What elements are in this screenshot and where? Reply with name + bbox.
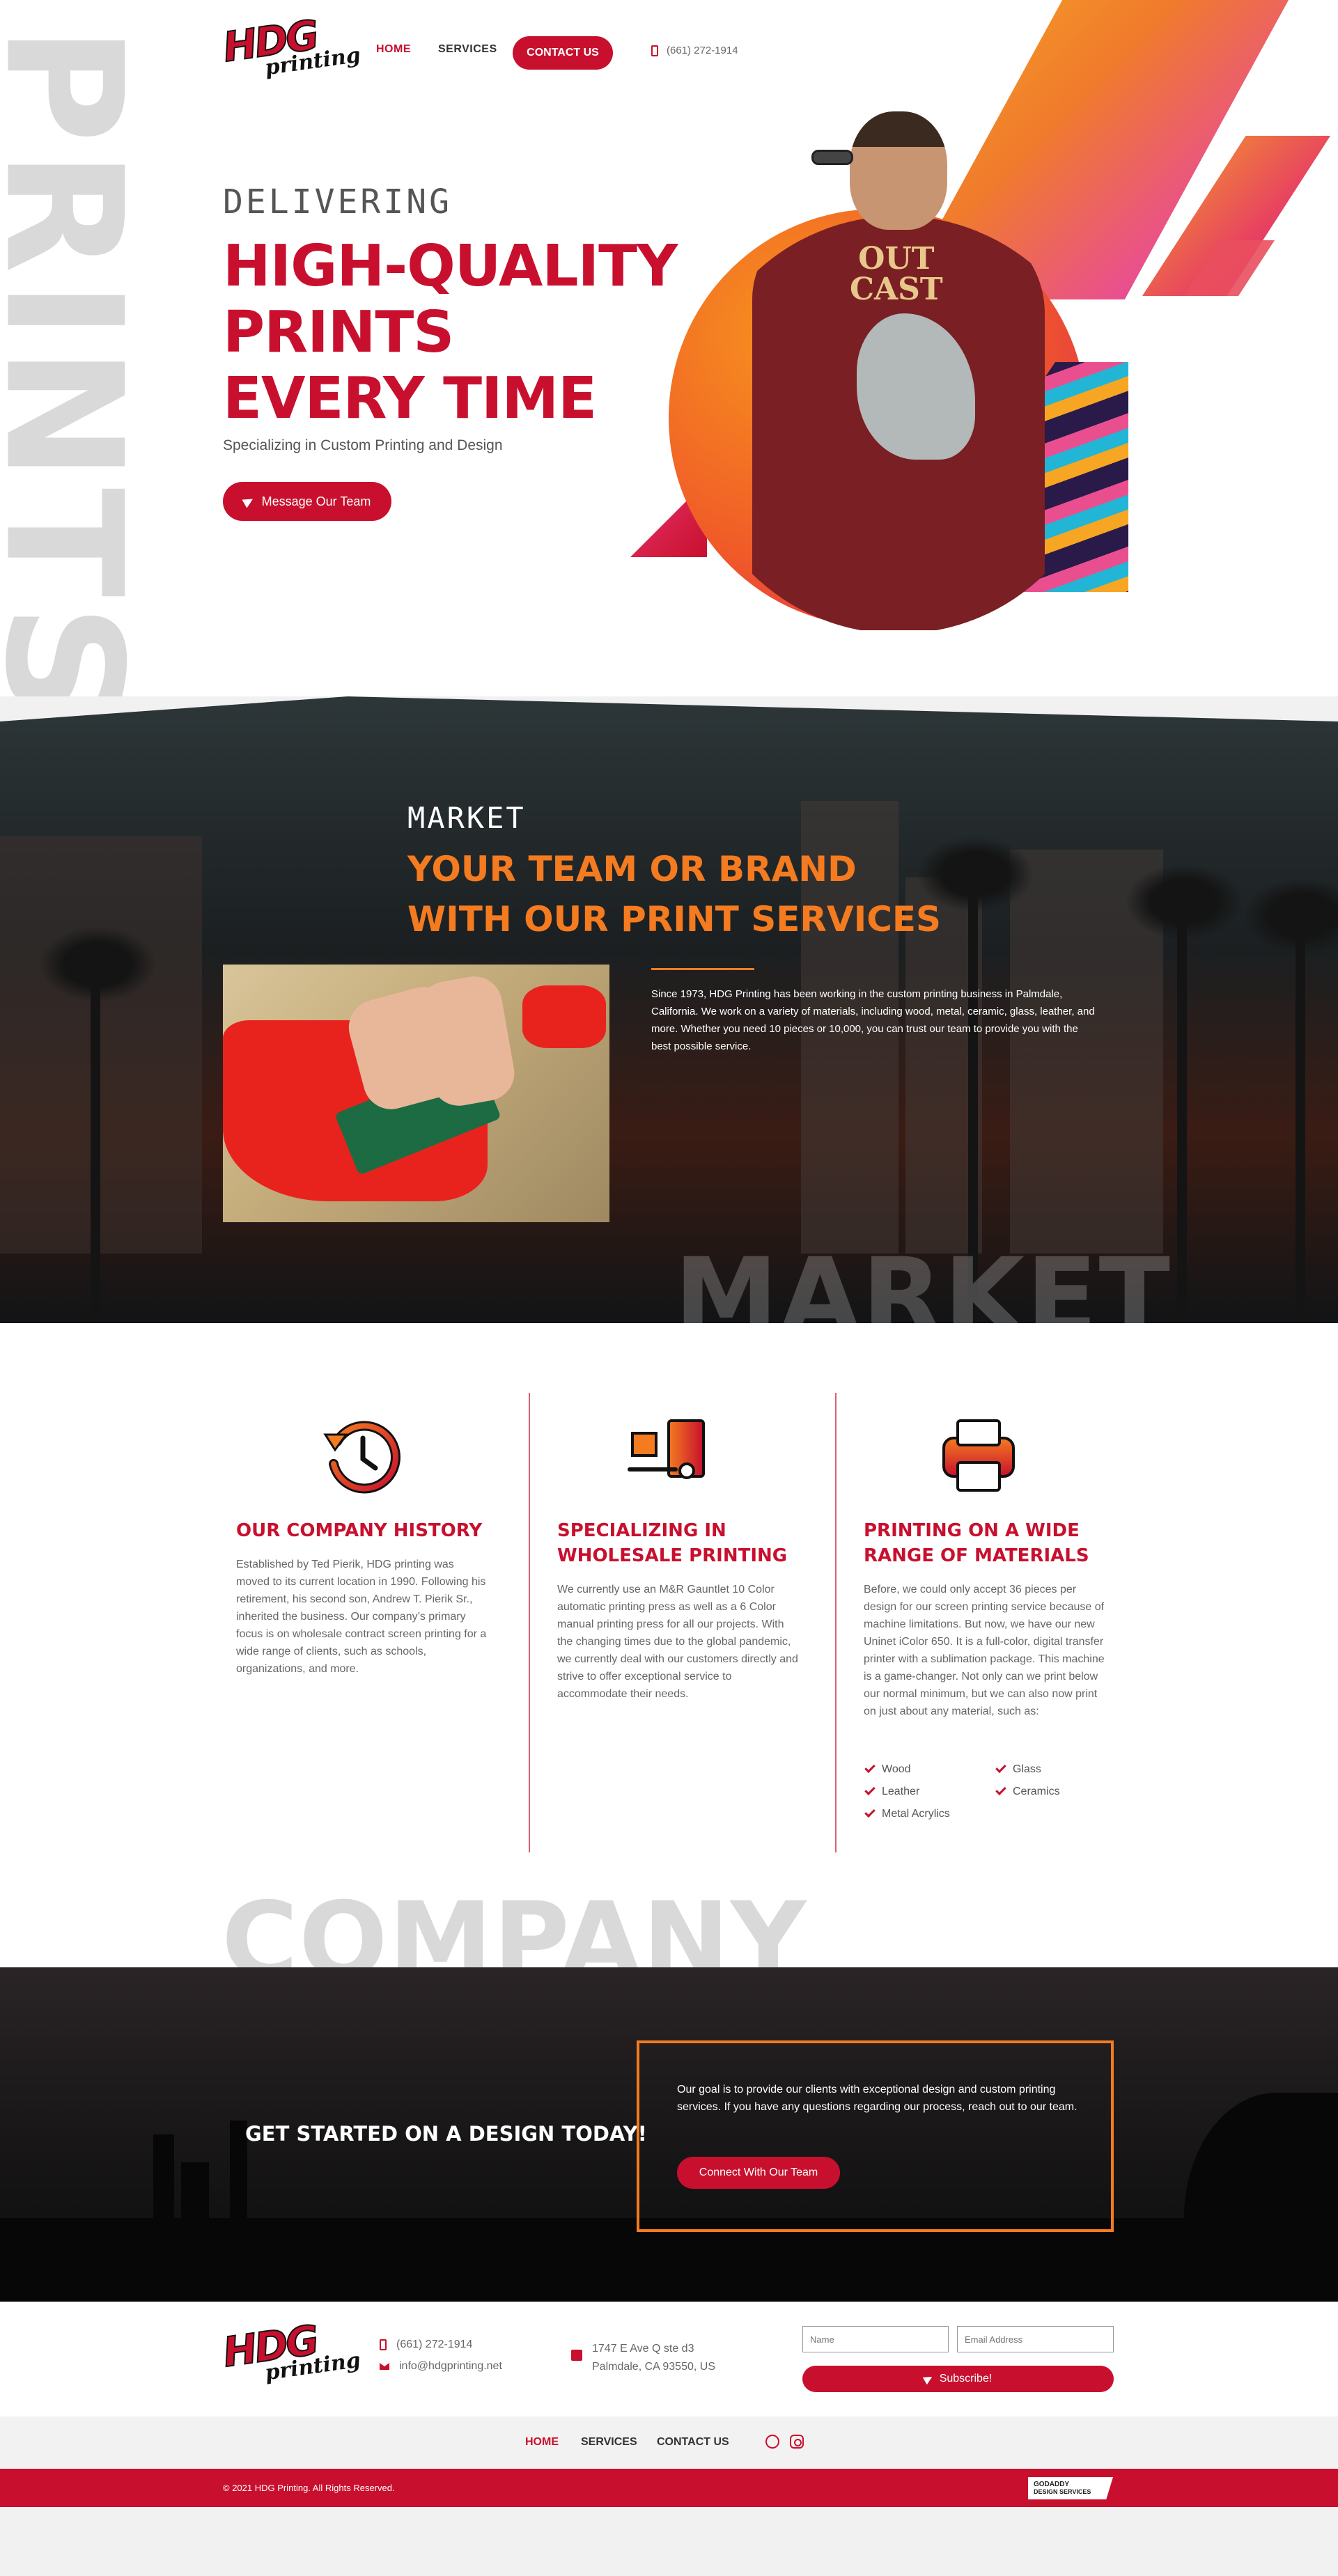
connect-with-our-team-button[interactable]: Connect With Our Team <box>677 2157 840 2189</box>
market-ghost-word: MARKET <box>674 1236 1172 1323</box>
model-head <box>850 111 947 230</box>
footer-phone[interactable]: (661) 272-1914 <box>380 2339 472 2351</box>
subscribe-button[interactable]: Subscribe! <box>802 2366 1114 2392</box>
hero-section: PRINTS OUT CAST HDG printing HOME SERVIC… <box>0 0 1338 696</box>
newsletter-name-input[interactable] <box>802 2326 949 2352</box>
market-section: MARKET YOUR TEAM OR BRAND WITH OUR PRINT… <box>0 696 1338 1323</box>
material-item: Glass <box>995 1762 1041 1776</box>
feature-body: We currently use an M&R Gauntlet 10 Colo… <box>557 1584 798 1700</box>
copyright-text: © 2021 HDG Printing. All Rights Reserved… <box>223 2483 395 2493</box>
check-icon <box>864 1806 876 1818</box>
instagram-icon[interactable] <box>790 2435 804 2449</box>
city-skyline <box>230 2121 247 2302</box>
history-clock-icon <box>323 1421 400 1494</box>
footer-address: 1747 E Ave Q ste d3 Palmdale, CA 93550, … <box>571 2340 715 2376</box>
screen-printing-photo <box>223 965 609 1222</box>
header-phone[interactable]: (661) 272-1914 <box>651 45 738 56</box>
phone-icon <box>651 45 658 56</box>
hero-model-image: OUT CAST <box>710 111 1073 630</box>
palm-tree <box>38 926 157 1003</box>
feature-title: OUR COMPANY HISTORY <box>236 1520 483 1541</box>
footer: HDG printing (661) 272-1914 info@hdgprin… <box>0 2302 1338 2417</box>
footer-nav-services[interactable]: SERVICES <box>581 2436 637 2449</box>
nav-home[interactable]: HOME <box>376 43 411 56</box>
feature-title: SPECIALIZING IN WHOLESALE PRINTING <box>557 1520 788 1566</box>
palm-tree <box>91 961 100 1323</box>
sunglasses <box>811 150 853 165</box>
godaddy-badge[interactable]: GODADDY DESIGN SERVICES <box>1028 2477 1113 2499</box>
footer-nav-home[interactable]: HOME <box>525 2436 559 2449</box>
market-kicker: MARKET <box>407 801 526 835</box>
cta-body: Our goal is to provide our clients with … <box>677 2084 1078 2113</box>
material-item: Wood <box>864 1762 911 1776</box>
hill-silhouette <box>1184 2093 1338 2302</box>
location-icon <box>571 2350 582 2361</box>
feature-title: PRINTING ON A WIDE RANGE OF MATERIALS <box>864 1520 1089 1566</box>
footer-logo[interactable]: HDG printing <box>219 2316 362 2392</box>
background-building <box>0 836 202 1254</box>
shirt-print-text: OUT CAST <box>850 241 943 307</box>
column-divider <box>529 1393 530 1852</box>
check-icon <box>995 1762 1006 1773</box>
material-item: Leather <box>864 1784 919 1798</box>
company-ghost-word: COMPANY <box>221 1880 807 1967</box>
market-body: Since 1973, HDG Printing has been workin… <box>651 988 1095 1052</box>
mail-icon <box>380 2363 389 2370</box>
hero-kicker: DELIVERING <box>223 182 452 221</box>
material-item: Ceramics <box>995 1784 1060 1798</box>
column-divider <box>835 1393 837 1852</box>
paper-plane-icon <box>922 2373 934 2385</box>
city-skyline <box>153 2134 174 2302</box>
facebook-icon[interactable] <box>765 2435 779 2449</box>
hero-background-word: PRINTS <box>0 25 156 696</box>
message-our-team-button[interactable]: Message Our Team <box>223 482 391 521</box>
cta-box: Our goal is to provide our clients with … <box>637 2040 1114 2232</box>
hero-title: HIGH-QUALITY PRINTS EVERY TIME <box>223 233 678 432</box>
ink <box>522 985 606 1048</box>
check-icon <box>864 1784 876 1795</box>
check-icon <box>864 1762 876 1773</box>
check-icon <box>995 1784 1006 1795</box>
market-title: YOUR TEAM OR BRAND WITH OUR PRINT SERVIC… <box>407 849 942 939</box>
city-skyline <box>181 2162 209 2302</box>
footer-nav-contact[interactable]: CONTACT US <box>657 2436 729 2449</box>
feature-body: Established by Ted Pierik, HDG printing … <box>236 1559 487 1675</box>
logo[interactable]: HDG printing <box>219 10 362 87</box>
nav-services[interactable]: SERVICES <box>438 43 497 56</box>
palm-tree <box>1177 905 1187 1323</box>
wholesale-pallet-icon <box>628 1419 705 1479</box>
cta-section: GET STARTED ON A DESIGN TODAY! Our goal … <box>0 1967 1338 2302</box>
feature-body: Before, we could only accept 36 pieces p… <box>864 1584 1105 1717</box>
palm-tree <box>1296 919 1305 1323</box>
divider <box>651 968 754 970</box>
printer-icon <box>942 1419 1015 1492</box>
features-section: OUR COMPANY HISTORY Established by Ted P… <box>0 1323 1338 1967</box>
paper-plane-icon <box>242 494 256 508</box>
material-item: Metal Acrylics <box>864 1806 950 1820</box>
palm-tree <box>1125 864 1243 940</box>
palm-tree <box>1243 877 1338 954</box>
copyright-bar: © 2021 HDG Printing. All Rights Reserved… <box>0 2469 1338 2507</box>
newsletter-email-input[interactable] <box>957 2326 1114 2352</box>
hero-subtitle: Specializing in Custom Printing and Desi… <box>223 437 503 453</box>
footer-email[interactable]: info@hdgprinting.net <box>380 2360 502 2373</box>
contact-us-button[interactable]: CONTACT US <box>513 36 613 70</box>
footer-nav: HOME SERVICES CONTACT US <box>0 2417 1338 2469</box>
phone-icon <box>380 2339 387 2350</box>
cta-title: GET STARTED ON A DESIGN TODAY! <box>245 2122 647 2146</box>
